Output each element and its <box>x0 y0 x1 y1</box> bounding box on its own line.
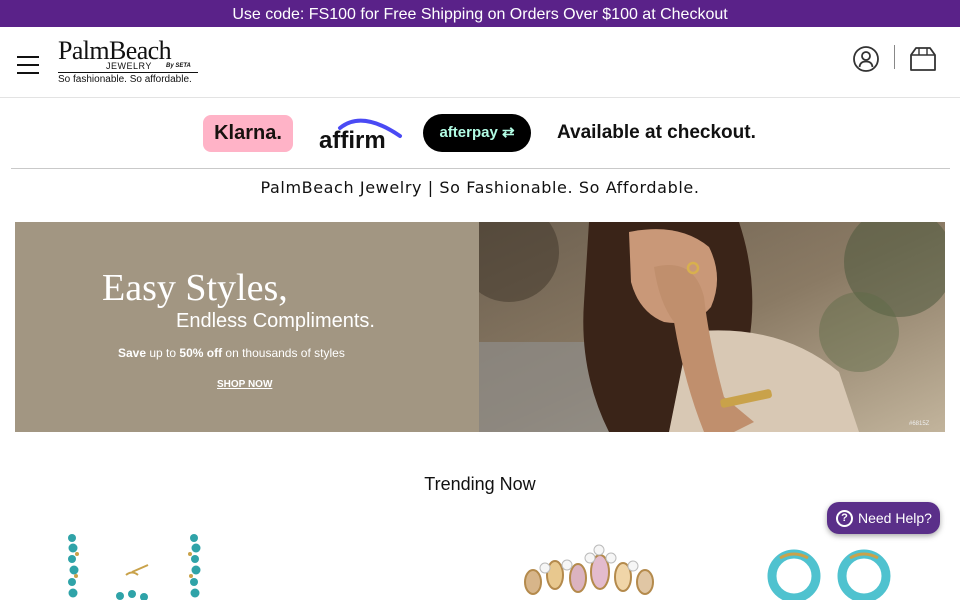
hero-offer: Save up to 50% off on thousands of style… <box>118 346 345 360</box>
shop-now-link[interactable]: SHOP NOW <box>217 379 272 390</box>
affirm-logo-text: affirm <box>319 127 386 152</box>
trending-now-heading: Trending Now <box>424 474 536 494</box>
afterpay-logo-text: afterpay <box>439 124 498 141</box>
trending-product-hoop-earrings[interactable] <box>760 530 900 600</box>
hero-offer-save: Save <box>118 346 147 360</box>
logo-rule <box>58 72 198 73</box>
account-icon[interactable] <box>852 45 880 73</box>
hero-banner[interactable]: Easy Styles, Endless Compliments. Save u… <box>15 222 945 432</box>
hero-title: Easy Styles, <box>102 267 288 309</box>
strip-divider <box>11 168 950 169</box>
hero-offer-percent: 50% off <box>179 346 223 360</box>
promo-banner: Use code: FS100 for Free Shipping on Ord… <box>0 0 960 27</box>
site-header: PalmBeach JEWELRY By SETA So fashionable… <box>0 27 960 98</box>
hero-model-image: #6815Z <box>479 222 945 432</box>
available-at-checkout-text: Available at checkout. <box>557 122 756 143</box>
affirm-logo: affirm <box>318 114 404 154</box>
hamburger-menu-icon[interactable] <box>17 56 39 76</box>
hero-offer-rest: on thousands of styles <box>222 346 345 360</box>
need-help-button[interactable]: ? Need Help? <box>827 502 940 534</box>
afterpay-arrows-icon: ⇄ <box>501 124 515 141</box>
hero-subtitle: Endless Compliments. <box>176 310 375 332</box>
hero-offer-mid: up to <box>146 346 180 360</box>
hero-text-panel: Easy Styles, Endless Compliments. Save u… <box>15 222 479 432</box>
afterpay-logo: afterpay ⇄ <box>423 114 531 152</box>
site-logo[interactable]: PalmBeach JEWELRY By SETA So fashionable… <box>58 37 203 87</box>
logo-by-seta: By SETA <box>166 63 191 69</box>
site-tagline: PalmBeach Jewelry | So Fashionable. So A… <box>260 178 700 197</box>
trending-product-crystal-brooch[interactable] <box>515 530 675 600</box>
need-help-label: Need Help? <box>858 510 932 526</box>
question-mark-icon: ? <box>836 510 853 527</box>
hero-item-code: #6815Z <box>909 421 930 427</box>
logo-subtitle: JEWELRY <box>106 61 152 71</box>
logo-tagline: So fashionable. So affordable. <box>58 74 192 85</box>
klarna-logo: Klarna. <box>203 115 293 152</box>
header-divider <box>894 45 895 69</box>
payment-options-strip: Klarna. affirm afterpay ⇄ Available at c… <box>0 98 960 169</box>
trending-product-necklace[interactable] <box>60 530 210 600</box>
shopping-bag-icon[interactable] <box>908 43 938 73</box>
promo-text: Use code: FS100 for Free Shipping on Ord… <box>232 6 728 23</box>
